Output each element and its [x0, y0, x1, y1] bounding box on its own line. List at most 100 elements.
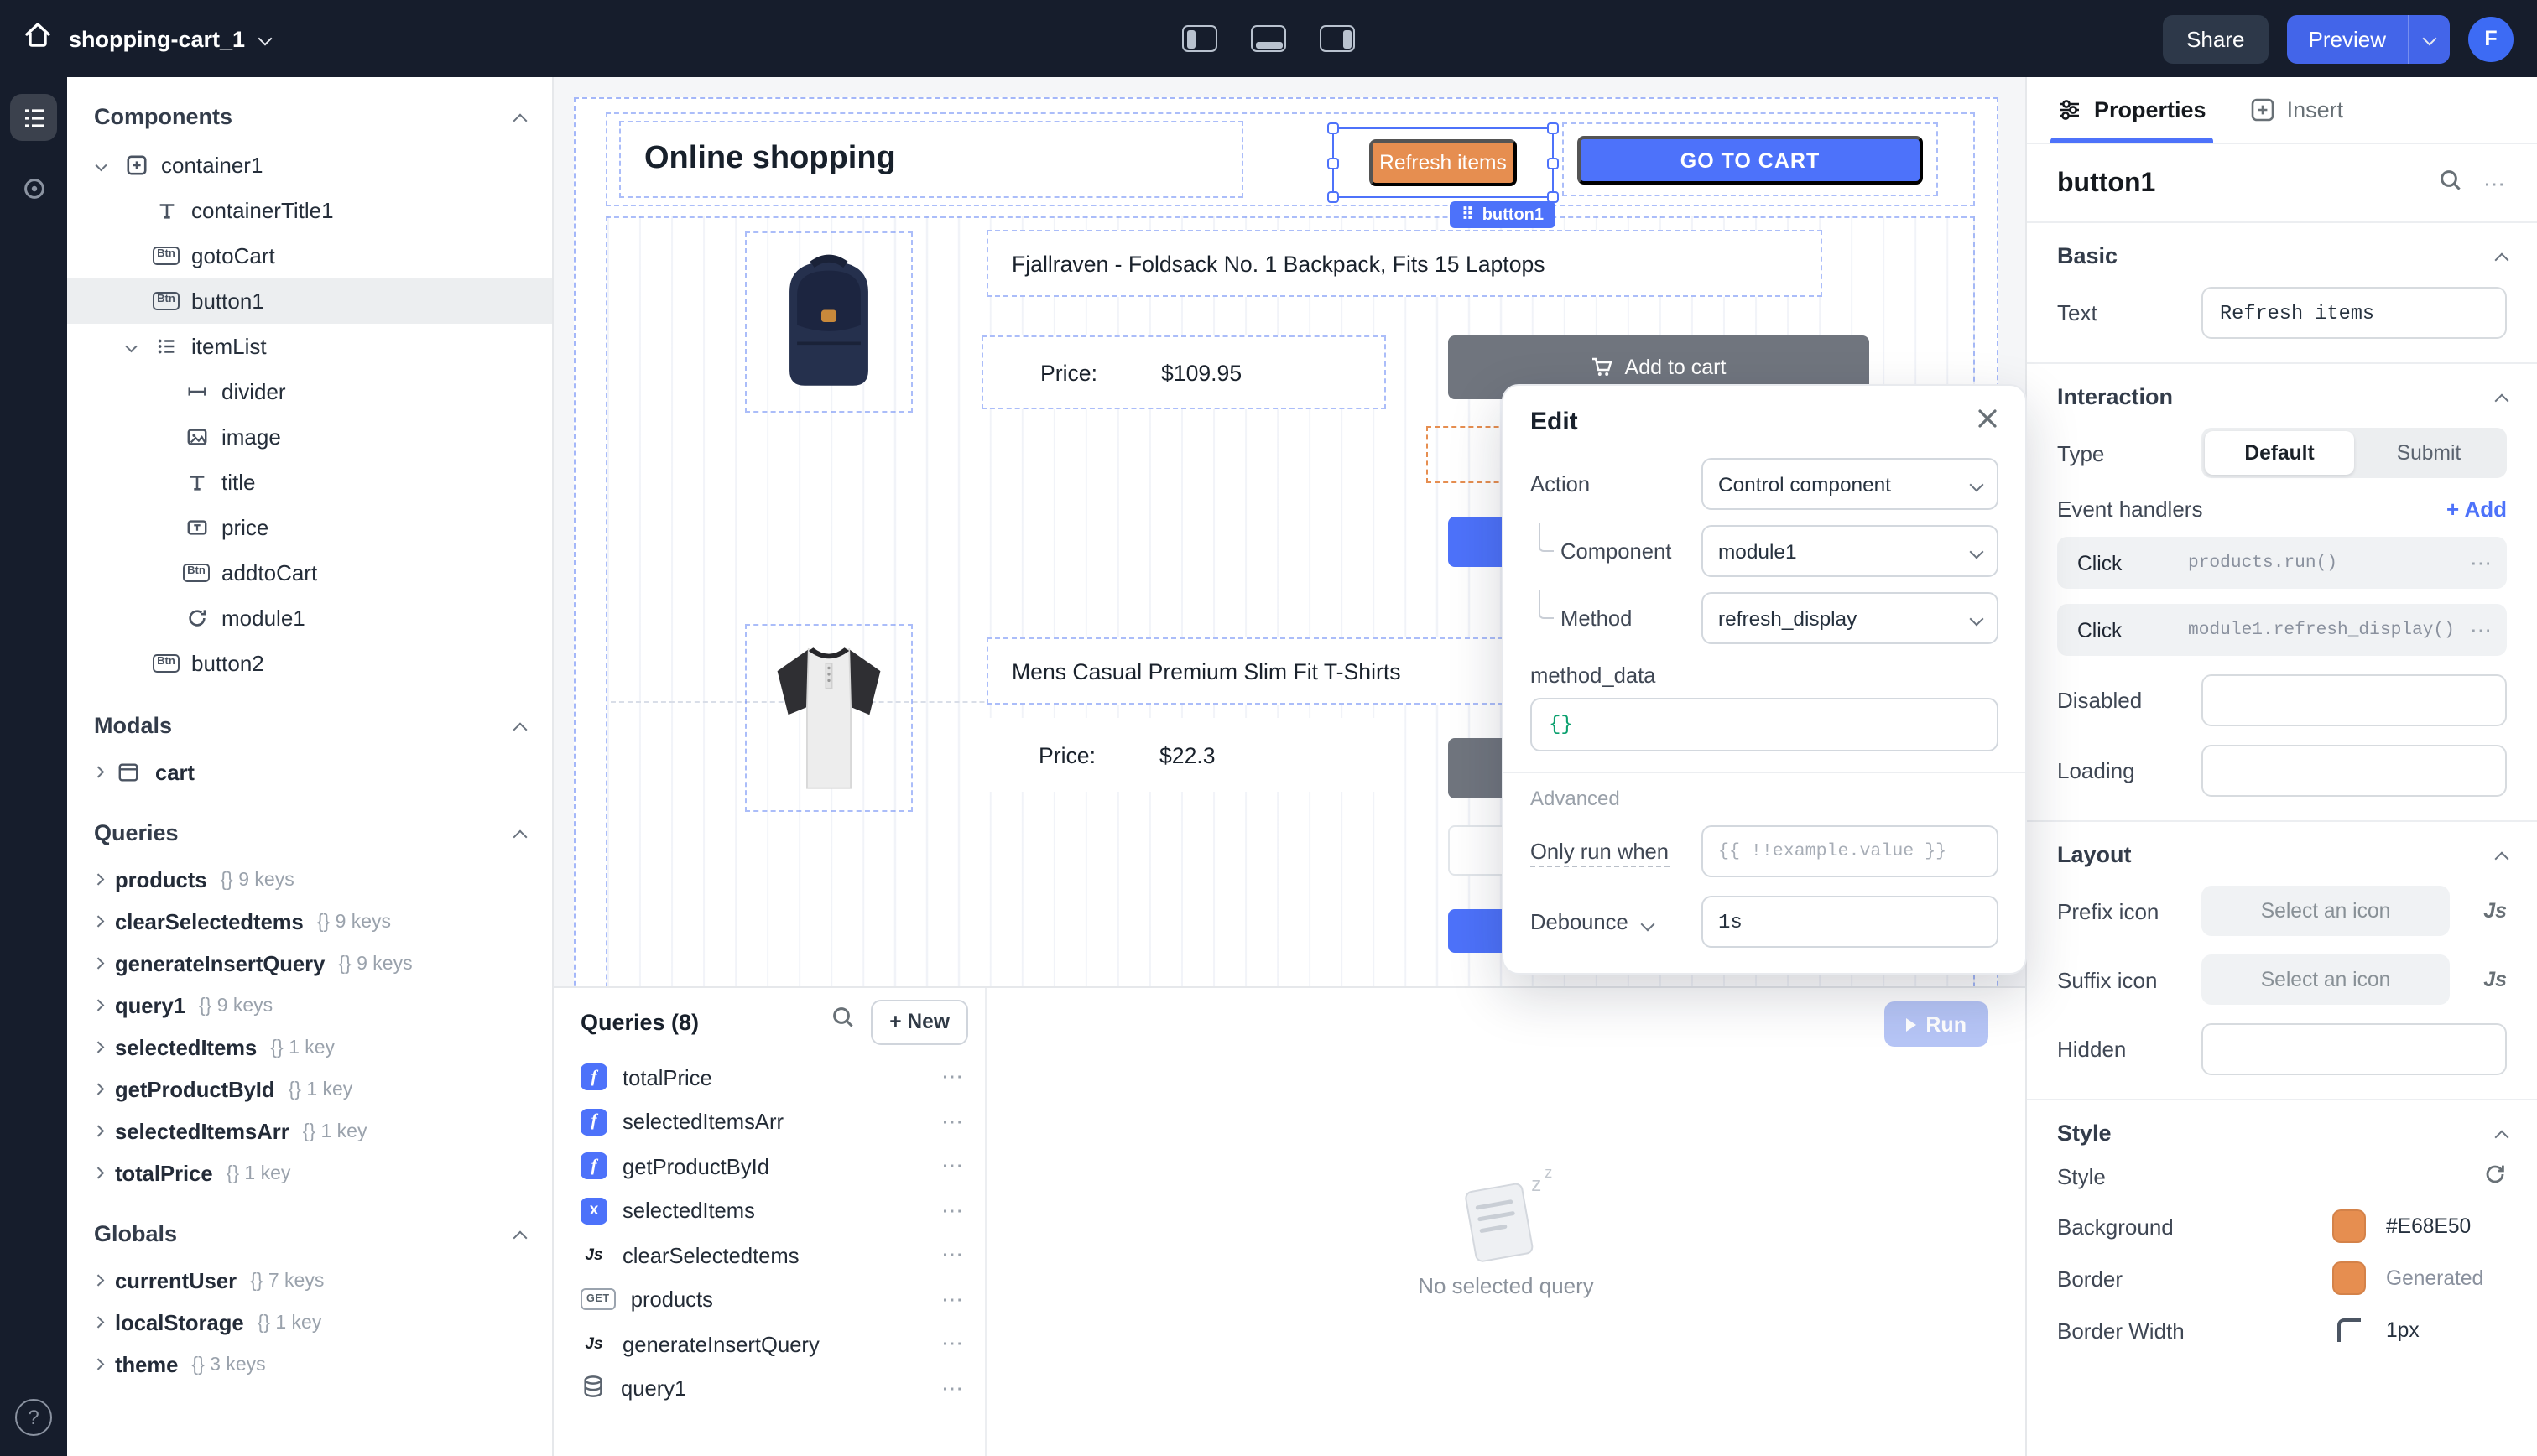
type-option-default[interactable]: Default — [2205, 431, 2354, 475]
close-icon[interactable] — [1977, 408, 1998, 436]
queries-section-header[interactable]: Queries — [67, 793, 552, 859]
tree-item-containerTitle1[interactable]: containerTitle1 — [67, 188, 552, 233]
debounce-input[interactable]: 1s — [1701, 896, 1998, 948]
selected-widget-tag[interactable]: ⠿ button1 — [1450, 201, 1555, 228]
product-price-widget[interactable]: Price: $109.95 — [982, 335, 1386, 409]
modal-item-cart[interactable]: cart — [67, 751, 552, 793]
sidebar-global-theme[interactable]: theme{} 3 keys — [67, 1344, 552, 1386]
sidebar-query-query1[interactable]: query1{} 9 keys — [67, 985, 552, 1027]
method-select[interactable]: refresh_display — [1701, 592, 1998, 644]
app-name-chevron-icon[interactable] — [258, 32, 273, 46]
preview-button[interactable]: Preview — [2287, 14, 2409, 63]
collapse-icon[interactable] — [2495, 851, 2509, 866]
new-query-button[interactable]: + New — [871, 999, 968, 1044]
collapse-icon[interactable] — [513, 1230, 528, 1245]
component-select[interactable]: module1 — [1701, 525, 1998, 577]
resize-handle[interactable] — [1547, 122, 1559, 134]
more-menu-icon[interactable]: ⋯ — [941, 1375, 965, 1402]
collapse-icon[interactable] — [2495, 1130, 2509, 1144]
preview-dropdown-button[interactable] — [2408, 14, 2450, 63]
search-icon[interactable] — [831, 1005, 856, 1038]
tree-item-price[interactable]: price — [67, 505, 552, 550]
suffix-icon-select-button[interactable]: Select an icon — [2201, 954, 2450, 1005]
query-item-generateInsertQuery[interactable]: JsgenerateInsertQuery⋯ — [554, 1322, 985, 1366]
sidebar-global-currentUser[interactable]: currentUser{} 7 keys — [67, 1260, 552, 1302]
tree-item-button2[interactable]: Btnbutton2 — [67, 641, 552, 686]
event-handler-row[interactable]: Clickproducts.run()⋯ — [2057, 537, 2507, 589]
product-title-widget[interactable]: Fjallraven - Foldsack No. 1 Backpack, Fi… — [987, 230, 1822, 297]
help-icon[interactable]: ? — [15, 1399, 52, 1436]
resize-handle[interactable] — [1327, 191, 1339, 203]
method-data-input[interactable]: {} — [1530, 698, 1998, 751]
product-price-widget[interactable]: Price: $22.3 — [982, 718, 1386, 792]
event-handler-row[interactable]: Clickmodule1.refresh_display()⋯ — [2057, 604, 2507, 656]
basic-section-header[interactable]: Basic — [2057, 243, 2507, 268]
resize-handle[interactable] — [1327, 157, 1339, 169]
share-button[interactable]: Share — [2163, 14, 2268, 63]
layout-section-header[interactable]: Layout — [2057, 842, 2507, 867]
more-menu-icon[interactable]: ⋯ — [941, 1242, 965, 1269]
avatar[interactable]: F — [2468, 16, 2514, 61]
search-icon[interactable] — [2438, 168, 2463, 201]
query-item-getProductById[interactable]: fgetProductById⋯ — [554, 1144, 985, 1188]
collapse-icon[interactable] — [513, 829, 528, 844]
more-menu-icon[interactable]: ⋯ — [941, 1198, 965, 1225]
reset-style-icon[interactable] — [2483, 1162, 2507, 1191]
tree-item-gotoCart[interactable]: BtngotoCart — [67, 233, 552, 278]
query-item-totalPrice[interactable]: ftotalPrice⋯ — [554, 1055, 985, 1100]
hidden-input[interactable] — [2201, 1023, 2507, 1075]
toggle-left-panel-icon[interactable] — [1182, 25, 1217, 52]
prefix-icon-select-button[interactable]: Select an icon — [2201, 886, 2450, 936]
product-image-widget[interactable] — [745, 231, 913, 413]
sidebar-query-products[interactable]: products{} 9 keys — [67, 859, 552, 901]
tree-item-module1[interactable]: module1 — [67, 595, 552, 641]
tab-properties[interactable]: Properties — [2057, 77, 2206, 143]
components-panel-icon[interactable] — [10, 94, 57, 141]
add-event-handler-button[interactable]: + Add — [2446, 497, 2507, 522]
text-input[interactable]: Refresh items — [2201, 287, 2507, 339]
sidebar-query-selectedItems[interactable]: selectedItems{} 1 key — [67, 1027, 552, 1069]
loading-input[interactable] — [2201, 745, 2507, 797]
color-swatch[interactable] — [2332, 1261, 2366, 1295]
more-menu-icon[interactable]: ⋯ — [2483, 171, 2507, 198]
globals-section-header[interactable]: Globals — [67, 1194, 552, 1260]
collapse-icon[interactable] — [513, 722, 528, 736]
sidebar-query-selectedItemsArr[interactable]: selectedItemsArr{} 1 key — [67, 1110, 552, 1152]
more-menu-icon[interactable]: ⋯ — [941, 1064, 965, 1091]
go-to-cart-button[interactable]: GO TO CART — [1577, 136, 1923, 185]
chevron-down-icon[interactable] — [1640, 918, 1654, 932]
more-menu-icon[interactable]: ⋯ — [2470, 549, 2493, 576]
toggle-right-panel-icon[interactable] — [1320, 25, 1355, 52]
interaction-section-header[interactable]: Interaction — [2057, 384, 2507, 409]
app-title-widget[interactable]: Online shopping — [619, 121, 1243, 198]
collapse-icon[interactable] — [513, 113, 528, 127]
style-row-background[interactable]: Background#E68E50 — [2057, 1209, 2507, 1243]
query-item-selectedItemsArr[interactable]: fselectedItemsArr⋯ — [554, 1100, 985, 1144]
components-section-header[interactable]: Components — [67, 77, 552, 143]
product-image-widget[interactable] — [745, 624, 913, 812]
disabled-input[interactable] — [2201, 674, 2507, 726]
style-row-border-width[interactable]: Border Width1px — [2057, 1313, 2507, 1347]
only-run-when-input[interactable]: {{ !!example.value }} — [1701, 825, 1998, 877]
query-item-products[interactable]: GETproducts⋯ — [554, 1277, 985, 1322]
js-toggle[interactable]: Js — [2473, 968, 2507, 991]
tree-item-itemList[interactable]: itemList — [67, 324, 552, 369]
style-row-border[interactable]: BorderGenerated — [2057, 1261, 2507, 1295]
home-icon[interactable] — [22, 18, 54, 59]
collapse-icon[interactable] — [2495, 252, 2509, 267]
more-menu-icon[interactable]: ⋯ — [941, 1331, 965, 1358]
tree-item-divider[interactable]: divider — [67, 369, 552, 414]
type-option-submit[interactable]: Submit — [2354, 431, 2503, 475]
tree-item-title[interactable]: title — [67, 460, 552, 505]
modals-section-header[interactable]: Modals — [67, 686, 552, 751]
drag-handle-icon[interactable]: ⠿ — [1461, 205, 1474, 224]
more-menu-icon[interactable]: ⋯ — [941, 1153, 965, 1180]
js-toggle[interactable]: Js — [2473, 899, 2507, 923]
tree-item-image[interactable]: image — [67, 414, 552, 460]
tab-insert[interactable]: Insert — [2250, 77, 2344, 143]
run-query-button[interactable]: Run — [1883, 1001, 1988, 1047]
more-menu-icon[interactable]: ⋯ — [2470, 616, 2493, 643]
sidebar-query-clearSelectedtems[interactable]: clearSelectedtems{} 9 keys — [67, 901, 552, 943]
widget-selection-box[interactable]: ⠿ button1 — [1332, 127, 1554, 198]
resize-handle[interactable] — [1547, 157, 1559, 169]
